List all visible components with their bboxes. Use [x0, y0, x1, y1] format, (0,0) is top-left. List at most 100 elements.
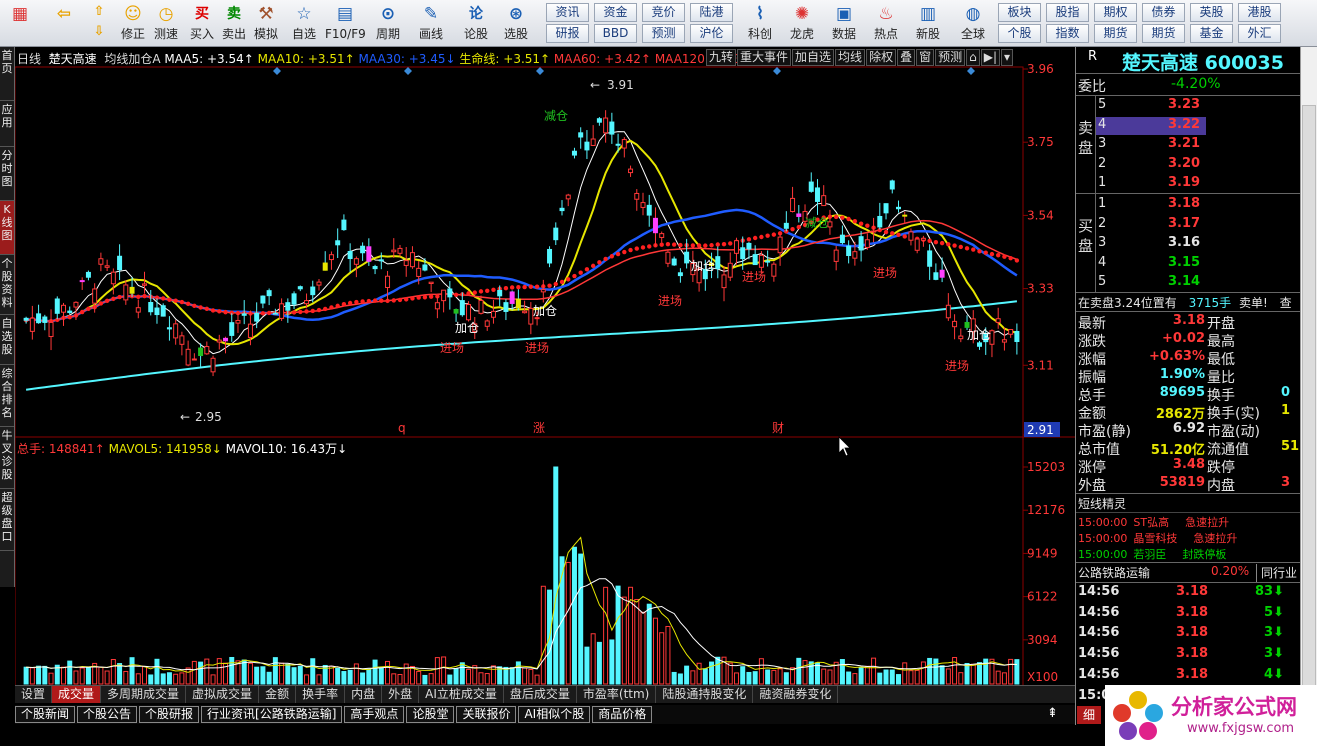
indicator-tab[interactable]: 融资融券变化 — [753, 686, 839, 703]
tab-bbd[interactable]: BBD — [594, 24, 637, 43]
layout-grid-icon[interactable]: ▦ — [4, 2, 36, 45]
industry-name[interactable]: 公路铁路运输 — [1078, 564, 1150, 582]
event-diamond-icon[interactable] — [773, 67, 781, 75]
tab-sector[interactable]: 板块 — [998, 3, 1041, 22]
buy-level-1[interactable]: 1 3.18 — [1096, 196, 1206, 214]
peer-industry-button[interactable]: 同行业 — [1256, 564, 1300, 582]
order-alert[interactable]: 在卖盘3.24位置有 3715手 卖单! 查 — [1078, 294, 1292, 312]
tab-hk-stocks[interactable]: 港股 — [1238, 3, 1281, 22]
ipo-button[interactable]: ▥ 新股 — [910, 2, 946, 45]
nav-stock-info[interactable]: 个股资料 — [0, 255, 14, 315]
news-tab[interactable]: 行业资讯[公路铁路运输] — [201, 706, 343, 723]
tab-stocks[interactable]: 个股 — [998, 24, 1041, 43]
indicator-tab[interactable]: AI立桩成交量 — [419, 686, 504, 703]
modify-button[interactable]: ☺ 修正 — [117, 2, 149, 45]
nav-super-book[interactable]: 超级盘口 — [0, 489, 14, 551]
forum-button[interactable]: 论论股 — [460, 2, 492, 45]
tab-forecast[interactable]: 预测 — [642, 24, 685, 43]
nav-watchlist[interactable]: 自选股 — [0, 315, 14, 365]
hotspot-button[interactable]: ♨ 热点 — [868, 2, 904, 45]
nav-timeshare[interactable]: 分时图 — [0, 147, 14, 201]
tab-indices[interactable]: 指数 — [1046, 24, 1089, 43]
scroll-thumb[interactable] — [1302, 105, 1316, 745]
sell-level-1[interactable]: 1 3.19 — [1096, 175, 1206, 193]
buy-level-4[interactable]: 4 3.15 — [1096, 255, 1206, 273]
back-arrow-icon[interactable]: ⇦ — [48, 2, 80, 45]
news-tab[interactable]: 个股公告 — [77, 706, 138, 723]
nav-apps[interactable]: 应用 — [0, 101, 14, 147]
simulate-button[interactable]: ⚒ 模拟 — [250, 2, 282, 45]
stock-picker-button[interactable]: ⊛ 选股 — [500, 2, 532, 45]
indicator-tab[interactable]: 陆股通持股变化 — [656, 686, 754, 703]
exright-button[interactable]: 除权 — [866, 49, 897, 66]
global-button[interactable]: ◍ 全球 — [955, 2, 991, 45]
tab-capital[interactable]: 资金 — [594, 3, 637, 22]
nav-diagnosis[interactable]: 牛叉诊股 — [0, 427, 14, 489]
sell-button[interactable]: 卖卖出 — [218, 2, 250, 45]
tab-futures-goods[interactable]: 期货 — [1142, 24, 1185, 43]
shortline-item[interactable]: 15:00:00 若羽臣 封跌停板 — [1078, 546, 1226, 561]
tab-options[interactable]: 期权 — [1094, 3, 1137, 22]
ma-button[interactable]: 均线 — [835, 49, 866, 66]
add-watch-button[interactable]: 加自选 — [792, 49, 835, 66]
period-button[interactable]: ⊙ 周期 — [372, 2, 404, 45]
event-diamond-icon[interactable] — [273, 67, 281, 75]
tab-shanghai-london[interactable]: 沪伦 — [690, 24, 733, 43]
event-marker[interactable]: q — [398, 421, 406, 435]
indicator-tab[interactable]: 市盈率(ttm) — [577, 686, 657, 703]
play-icon[interactable]: ▶| — [980, 49, 1001, 66]
indicator-tab[interactable]: 设置 — [15, 686, 53, 703]
tab-research[interactable]: 研报 — [546, 24, 589, 43]
shortline-item[interactable]: 15:00:00 晶雪科技 急速拉升 — [1078, 530, 1237, 545]
indicator-tab[interactable]: 内盘 — [345, 686, 383, 703]
f10-button[interactable]: ▤ F10/F9 — [325, 2, 366, 45]
tick-detail-button[interactable]: 细 — [1077, 706, 1101, 724]
window-button[interactable]: 窗 — [916, 49, 935, 66]
buy-level-3[interactable]: 3 3.16 — [1096, 235, 1206, 253]
news-tab[interactable]: 论股堂 — [406, 706, 455, 723]
tab-index-futures[interactable]: 股指 — [1046, 3, 1089, 22]
nav-home[interactable]: 首页 — [0, 47, 14, 101]
news-tab[interactable]: 个股新闻 — [15, 706, 76, 723]
tab-futures[interactable]: 期货 — [1094, 24, 1137, 43]
news-tab[interactable]: AI相似个股 — [518, 706, 591, 723]
buy-level-5[interactable]: 5 3.14 — [1096, 274, 1206, 292]
up-down-arrows[interactable]: ⇧ ⇩ — [85, 2, 113, 45]
indicator-tab[interactable]: 盘后成交量 — [504, 686, 577, 703]
indicator-tab[interactable]: 换手率 — [296, 686, 346, 703]
tab-uk-stocks[interactable]: 英股 — [1190, 3, 1233, 22]
tab-auction[interactable]: 竞价 — [642, 3, 685, 22]
sell-level-5[interactable]: 5 3.23 — [1096, 97, 1206, 115]
shortline-item[interactable]: 15:00:00 ST弘高 急速拉升 — [1078, 514, 1229, 529]
news-tab[interactable]: 关联报价 — [456, 706, 517, 723]
sell-level-3[interactable]: 3 3.21 — [1096, 136, 1206, 154]
indicator-tab[interactable]: 成交量 — [52, 686, 102, 703]
tab-funds[interactable]: 基金 — [1190, 24, 1233, 43]
major-events-button[interactable]: 重大事件 — [737, 49, 792, 66]
indicator-tab[interactable]: 金额 — [259, 686, 297, 703]
event-diamond-icon[interactable] — [967, 67, 975, 75]
lock-icon[interactable]: ⌂ — [966, 49, 980, 66]
dragon-tiger-button[interactable]: ✺ 龙虎 — [784, 2, 820, 45]
vertical-scrollbar[interactable] — [1300, 47, 1317, 745]
tab-hk-connect[interactable]: 陆港 — [690, 3, 733, 22]
event-diamond-icon[interactable] — [404, 67, 412, 75]
news-tab[interactable]: 商品价格 — [592, 706, 653, 723]
indicator-tab[interactable]: 虚拟成交量 — [186, 686, 260, 703]
data-button[interactable]: ▣ 数据 — [826, 2, 862, 45]
buy-button[interactable]: 买买入 — [186, 2, 218, 45]
watchlist-button[interactable]: ☆ 自选 — [288, 2, 320, 45]
nav-ranking[interactable]: 综合排名 — [0, 365, 14, 427]
order-alert-query[interactable]: 查 — [1280, 296, 1292, 310]
event-marker[interactable]: 财 — [772, 421, 784, 435]
news-tab[interactable]: 高手观点 — [344, 706, 405, 723]
indicator-name[interactable]: 均线加仓A — [104, 52, 160, 66]
tab-bonds[interactable]: 债券 — [1142, 3, 1185, 22]
overlay-button[interactable]: 叠 — [897, 49, 916, 66]
nav-kline[interactable]: K线图 — [0, 201, 14, 255]
sell-level-2[interactable]: 2 3.20 — [1096, 156, 1206, 174]
collapse-up-icon[interactable]: ⇞ — [1047, 706, 1058, 721]
speed-test-button[interactable]: ◷ 测速 — [150, 2, 182, 45]
indicator-tab[interactable]: 外盘 — [382, 686, 420, 703]
tab-news[interactable]: 资讯 — [546, 3, 589, 22]
